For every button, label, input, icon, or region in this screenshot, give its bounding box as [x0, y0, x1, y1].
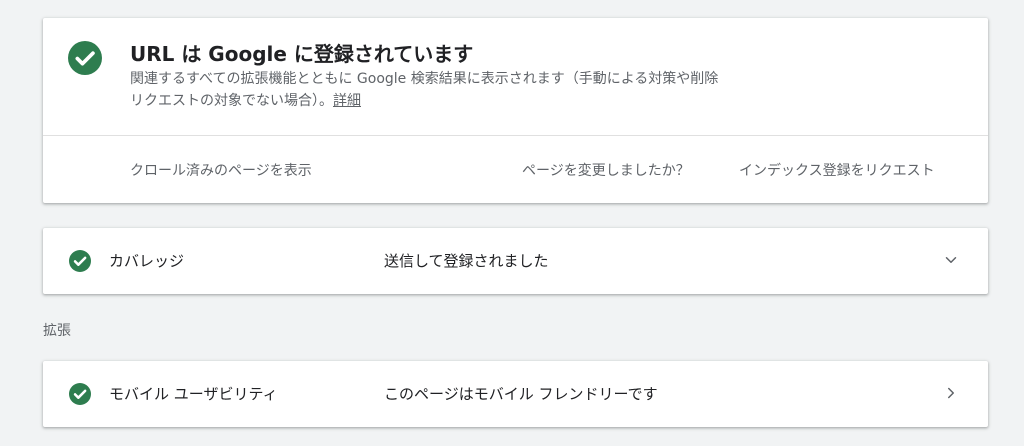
coverage-value: 送信して登録されました [384, 252, 549, 270]
mobile-usability-label: モバイル ユーザビリティ [109, 385, 278, 403]
divider [43, 135, 988, 136]
enhancements-heading: 拡張 [43, 323, 71, 339]
chevron-down-icon[interactable] [942, 251, 960, 269]
coverage-row[interactable]: カバレッジ 送信して登録されました [43, 228, 988, 294]
request-indexing-link[interactable]: インデックス登録をリクエスト [739, 160, 935, 180]
check-circle-icon [68, 41, 102, 75]
index-status-card: URL は Google に登録されています 関連するすべての拡張機能とともに … [43, 18, 988, 203]
page-changed-question: ページを変更しましたか？ [522, 163, 690, 179]
status-description: 関連するすべての拡張機能とともに Google 検索結果に表示されます（手動によ… [130, 68, 730, 112]
mobile-usability-value: このページはモバイル フレンドリーです [384, 385, 658, 403]
view-crawled-page-link[interactable]: クロール済みのページを表示 [130, 160, 312, 180]
status-description-text: 関連するすべての拡張機能とともに Google 検索結果に表示されます（手動によ… [130, 71, 719, 109]
chevron-right-icon[interactable] [942, 384, 960, 402]
check-circle-icon [69, 383, 91, 405]
check-circle-icon [69, 250, 91, 272]
details-link[interactable]: 詳細 [333, 93, 361, 109]
mobile-usability-row[interactable]: モバイル ユーザビリティ このページはモバイル フレンドリーです [43, 361, 988, 427]
coverage-label: カバレッジ [109, 252, 185, 270]
status-title: URL は Google に登録されています [130, 42, 474, 66]
